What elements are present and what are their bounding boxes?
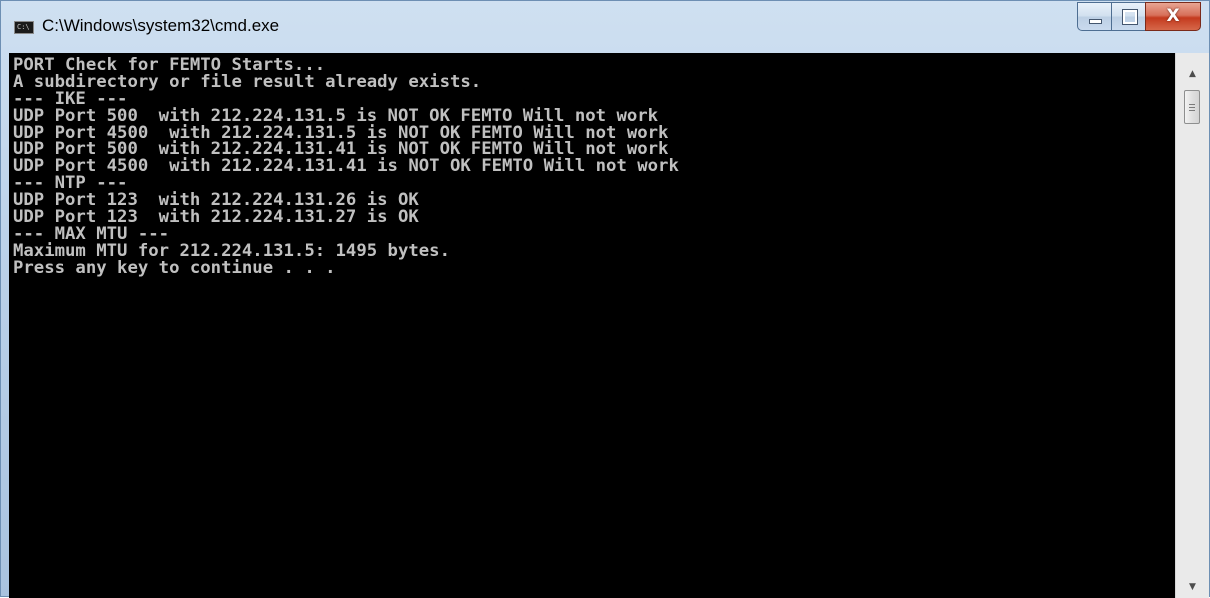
console-line: Press any key to continue . . .	[13, 257, 336, 278]
grip-line	[1189, 110, 1195, 111]
maximize-icon	[1122, 9, 1138, 25]
maximize-button[interactable]	[1111, 2, 1145, 31]
title-bar[interactable]: C:\ C:\Windows\system32\cmd.exe X	[1, 1, 1209, 53]
scrollbar-thumb[interactable]	[1184, 90, 1200, 124]
minimize-button[interactable]	[1077, 2, 1111, 31]
cmd-window: C:\ C:\Windows\system32\cmd.exe X PORT C…	[0, 0, 1210, 598]
console-lines: PORT Check for FEMTO Starts... A subdire…	[13, 56, 679, 278]
close-button[interactable]: X	[1145, 2, 1201, 31]
vertical-scrollbar[interactable]: ▲ ▼	[1175, 53, 1209, 598]
scroll-down-arrow-icon[interactable]: ▼	[1176, 578, 1209, 596]
grip-line	[1189, 107, 1195, 108]
scroll-up-arrow-icon[interactable]: ▲	[1176, 65, 1209, 83]
minimize-icon	[1089, 19, 1102, 24]
cmd-icon[interactable]: C:\	[14, 21, 34, 34]
window-title: C:\Windows\system32\cmd.exe	[42, 16, 280, 35]
window-controls: X	[1077, 2, 1201, 32]
console-output[interactable]: PORT Check for FEMTO Starts... A subdire…	[9, 53, 1175, 598]
grip-line	[1189, 104, 1195, 105]
close-icon: X	[1166, 6, 1180, 26]
